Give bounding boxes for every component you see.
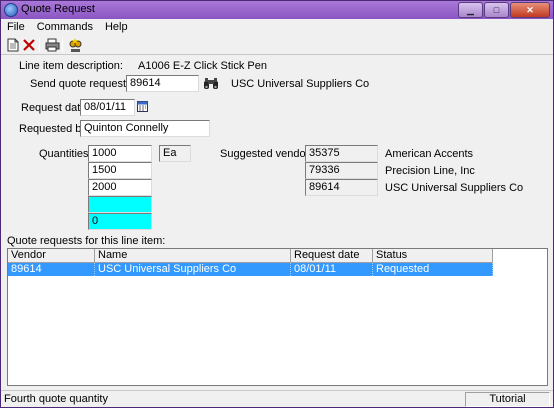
binoculars-icon[interactable]: [202, 75, 219, 92]
table-row[interactable]: 89614 USC Universal Suppliers Co 08/01/1…: [8, 263, 493, 276]
grid-header: Vendor Name Request date Status: [8, 249, 493, 263]
column-header-vendor[interactable]: Vendor: [8, 249, 95, 263]
column-header-request-date[interactable]: Request date: [291, 249, 373, 263]
calendar-icon[interactable]: [136, 99, 148, 113]
menu-help[interactable]: Help: [99, 19, 134, 35]
toolbar-separator: [62, 38, 63, 52]
suggested-vendor-id[interactable]: 35375: [305, 145, 378, 162]
suggested-vendor-name: Precision Line, Inc: [385, 165, 475, 177]
new-document-icon[interactable]: [5, 37, 21, 53]
wizard-icon[interactable]: [67, 37, 83, 53]
column-header-name[interactable]: Name: [95, 249, 291, 263]
menu-commands[interactable]: Commands: [31, 19, 99, 35]
request-date-field[interactable]: 08/01/11: [80, 99, 135, 116]
suggested-vendor-id[interactable]: 89614: [305, 179, 378, 196]
app-icon: [4, 3, 18, 17]
close-icon[interactable]: ✕: [510, 2, 550, 18]
menu-file[interactable]: File: [1, 19, 31, 35]
toolbar-separator: [39, 38, 40, 52]
window-title: Quote Request: [21, 3, 95, 15]
quantity-2-field[interactable]: 1500: [88, 162, 152, 179]
cell-vendor: 89614: [8, 263, 95, 276]
quantity-3-field[interactable]: 2000: [88, 179, 152, 196]
status-bar: Fourth quote quantity Tutorial: [1, 390, 553, 407]
cell-name: USC Universal Suppliers Co: [95, 263, 291, 276]
suggested-vendors-label: Suggested vendors:: [220, 148, 318, 160]
quote-requests-label: Quote requests for this line item:: [7, 235, 166, 247]
suggested-vendor-name: USC Universal Suppliers Co: [385, 182, 524, 194]
quantity-5-field[interactable]: 0: [88, 213, 152, 230]
column-header-status[interactable]: Status: [373, 249, 493, 263]
caption-buttons: ▁ □ ✕: [457, 2, 550, 18]
menu-bar: File Commands Help: [1, 19, 553, 35]
cell-status: Requested: [373, 263, 493, 276]
quote-requests-grid[interactable]: Vendor Name Request date Status 89614 US…: [7, 248, 548, 386]
vendor-id-field[interactable]: 89614: [126, 75, 199, 92]
status-mode: Tutorial: [465, 392, 550, 407]
suggested-vendor-id[interactable]: 79336: [305, 162, 378, 179]
quantities-label: Quantities:: [39, 148, 92, 160]
delete-icon[interactable]: [21, 37, 37, 53]
status-message: Fourth quote quantity: [4, 393, 108, 405]
minimize-icon[interactable]: ▁: [458, 2, 483, 18]
quantity-4-field[interactable]: [88, 196, 152, 213]
print-icon[interactable]: [44, 37, 60, 53]
send-vendor-name: USC Universal Suppliers Co: [231, 78, 370, 90]
title-bar[interactable]: Quote Request ▁ □ ✕: [1, 1, 553, 19]
requested-by-field[interactable]: Quinton Connelly: [80, 120, 210, 137]
cell-request-date: 08/01/11: [291, 263, 373, 276]
unit-field: Ea: [159, 145, 191, 162]
line-item-value: A1006 E-Z Click Stick Pen: [138, 60, 267, 72]
line-item-label: Line item description:: [19, 60, 123, 72]
send-quote-label: Send quote request to:: [30, 78, 142, 90]
toolbar: [1, 35, 553, 55]
quantity-1-field[interactable]: 1000: [88, 145, 152, 162]
maximize-icon[interactable]: □: [484, 2, 509, 18]
quote-request-window: Quote Request ▁ □ ✕ File Commands Help L…: [0, 0, 554, 408]
suggested-vendor-name: American Accents: [385, 148, 474, 160]
